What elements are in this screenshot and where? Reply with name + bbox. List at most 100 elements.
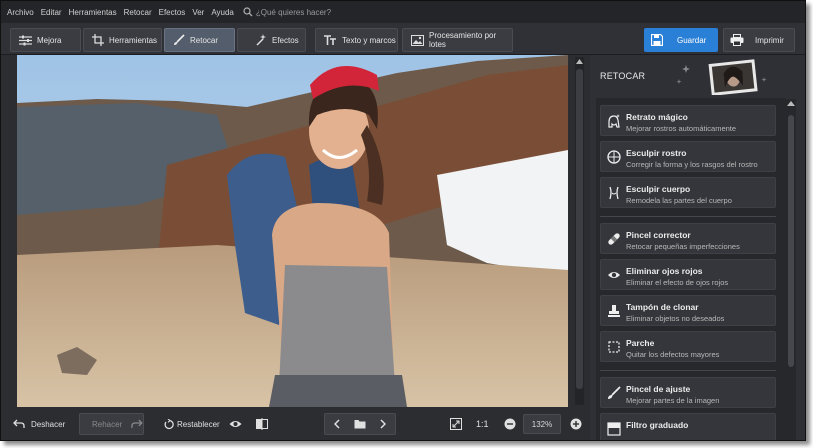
preview-toggle-button[interactable] [229, 413, 242, 435]
images-icon [411, 34, 424, 46]
text-icon [324, 34, 336, 45]
tool-esculpir-cuerpo[interactable]: Esculpir cuerpo Remodela las partes del … [600, 177, 776, 208]
tab-texto-label: Texto y marcos [342, 35, 396, 45]
face-sculpt-icon [607, 150, 621, 164]
chevron-left-icon [334, 419, 340, 429]
magic-portrait-icon [608, 114, 620, 128]
menu-bar: Archivo Editar Herramientas Retocar Efec… [1, 1, 805, 23]
tool-description: Eliminar el efecto de ojos rojos [626, 278, 729, 287]
panel-scrollbar[interactable] [786, 99, 796, 440]
photo-image [17, 55, 568, 407]
previous-photo-button[interactable] [325, 419, 349, 429]
tool-pincel-de-ajuste[interactable]: Pincel de ajuste Mejorar partes de la im… [600, 377, 776, 408]
adjust-brush-icon [608, 386, 621, 399]
menu-archivo[interactable]: Archivo [7, 8, 34, 17]
print-button[interactable]: Imprimir [723, 28, 795, 52]
zoom-in-button[interactable] [570, 413, 582, 435]
photo-canvas[interactable] [17, 55, 568, 407]
tool-name: Eliminar ojos rojos [626, 266, 703, 276]
menu-herramientas[interactable]: Herramientas [69, 8, 117, 17]
tab-retocar-label: Retocar [190, 35, 219, 45]
zoom-ratio-label: 1:1 [476, 419, 489, 429]
canvas-scrollbar[interactable] [575, 57, 584, 405]
printer-icon [730, 34, 744, 46]
save-label: Guardar [677, 35, 707, 45]
tool-description: Mejorar rostros automáticamente [626, 124, 737, 133]
plus-circle-icon [570, 418, 582, 430]
tab-herramientas-label: Herramientas [109, 35, 158, 45]
undo-label: Deshacer [31, 419, 66, 429]
fit-to-screen-button[interactable] [450, 413, 462, 435]
canvas-scrollbar-thumb[interactable] [576, 69, 583, 389]
tool-name: Filtro graduado [626, 420, 689, 430]
tab-mejora[interactable]: Mejora [10, 28, 81, 52]
tool-pincel-corrector[interactable]: Pincel corrector Retocar pequeñas imperf… [600, 223, 776, 254]
minus-circle-icon [504, 418, 516, 430]
compare-button[interactable] [256, 413, 268, 435]
tool-description: Corregir la forma y los rasgos del rostr… [626, 160, 758, 169]
tool-esculpir-rostro[interactable]: Esculpir rostro Corregir la forma y los … [600, 141, 776, 172]
retouch-panel: RETOCAR Retrato mágico Mejorar rostros a… [590, 55, 805, 440]
floppy-disk-icon [651, 34, 663, 46]
patch-icon [608, 341, 620, 353]
zoom-value: 132% [531, 419, 553, 429]
undo-icon [13, 419, 25, 428]
tool-description: Mejorar partes de la imagen [626, 396, 720, 405]
main-toolbar: Mejora Herramientas Retocar Efectos Text… [1, 23, 805, 55]
tool-name: Tampón de clonar [626, 302, 699, 312]
search-placeholder: ¿Qué quieres hacer? [255, 7, 332, 17]
open-folder-button[interactable] [349, 419, 371, 429]
reset-icon [164, 418, 174, 429]
tool-description: Retocar pequeñas imperfecciones [626, 242, 740, 251]
save-button[interactable]: Guardar [644, 28, 718, 52]
brush-icon [174, 34, 185, 45]
portrait-thumbnail [676, 59, 767, 95]
tab-efectos[interactable]: Efectos [237, 28, 306, 52]
panel-scrollbar-thumb[interactable] [788, 115, 794, 367]
tool-name: Parche [626, 338, 655, 348]
zoom-out-button[interactable] [504, 413, 516, 435]
tool-tampon-de-clonar[interactable]: Tampón de clonar Eliminar objetos no des… [600, 295, 776, 326]
menu-ayuda[interactable]: Ayuda [211, 8, 234, 17]
scroll-up-arrow-icon[interactable] [787, 101, 795, 106]
tab-efectos-label: Efectos [272, 35, 299, 45]
menu-ver[interactable]: Ver [192, 8, 204, 17]
gradient-filter-icon [607, 422, 621, 436]
crop-icon [92, 34, 104, 46]
tool-parche[interactable]: Parche Quitar los defectos mayores [600, 331, 776, 362]
menu-efectos[interactable]: Efectos [159, 8, 186, 17]
tab-herramientas[interactable]: Herramientas [83, 28, 162, 52]
chevron-right-icon [380, 419, 386, 429]
retouch-tools-list: Retrato mágico Mejorar rostros automátic… [596, 98, 786, 440]
scroll-up-arrow-icon[interactable] [576, 59, 583, 64]
redo-button[interactable]: Rehacer [79, 413, 144, 435]
panel-title: RETOCAR [600, 71, 646, 81]
print-label: Imprimir [755, 35, 784, 45]
zoom-level-field[interactable]: 132% [523, 414, 561, 434]
list-divider [600, 216, 776, 217]
body-sculpt-icon [609, 186, 619, 200]
menu-retocar[interactable]: Retocar [124, 8, 152, 17]
tab-texto-y-marcos[interactable]: Texto y marcos [315, 28, 398, 52]
tool-eliminar-ojos-rojos[interactable]: Eliminar ojos rojos Eliminar el efecto d… [600, 259, 776, 290]
menu-editar[interactable]: Editar [41, 8, 62, 17]
tab-retocar[interactable]: Retocar [164, 28, 235, 52]
compare-split-icon [256, 418, 268, 430]
tool-filtro-graduado[interactable]: Filtro graduado [600, 413, 776, 440]
folder-icon [354, 420, 366, 429]
bottom-bar: Deshacer Rehacer Restablecer 1:1 132% [1, 407, 589, 440]
tab-procesamiento-por-lotes[interactable]: Procesamiento por lotes [402, 28, 513, 52]
menu-search[interactable]: ¿Qué quieres hacer? [243, 7, 331, 17]
bandage-icon [608, 233, 620, 245]
app-window: Archivo Editar Herramientas Retocar Efec… [0, 0, 806, 441]
stamp-icon [608, 305, 620, 317]
actual-size-button[interactable]: 1:1 [476, 413, 489, 435]
sliders-icon [19, 35, 32, 45]
tool-description: Quitar los defectos mayores [626, 350, 720, 359]
next-photo-button[interactable] [371, 419, 395, 429]
undo-button[interactable]: Deshacer [13, 413, 65, 435]
redo-icon [131, 419, 143, 428]
reset-label: Restablecer [177, 419, 220, 429]
reset-button[interactable]: Restablecer [164, 413, 220, 435]
tool-retrato-magico[interactable]: Retrato mágico Mejorar rostros automátic… [600, 105, 776, 136]
